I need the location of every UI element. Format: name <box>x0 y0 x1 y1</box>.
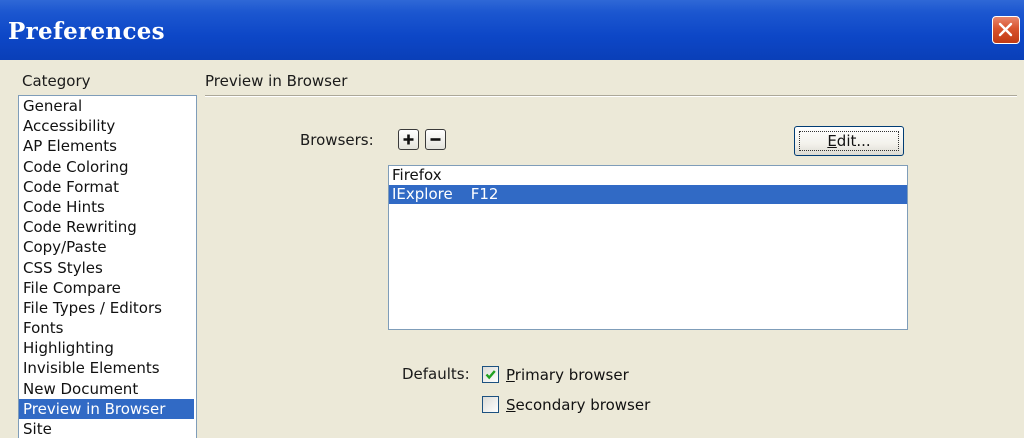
browsers-label: Browsers: <box>300 131 374 149</box>
defaults-label: Defaults: <box>402 365 470 383</box>
category-item[interactable]: Preview in Browser <box>19 398 194 419</box>
category-label: Category <box>22 72 91 90</box>
category-item[interactable]: File Compare <box>19 278 196 298</box>
close-button[interactable] <box>992 16 1020 44</box>
category-item[interactable]: Invisible Elements <box>19 358 196 378</box>
close-icon <box>998 22 1013 37</box>
edit-button[interactable]: Edit... <box>794 126 904 156</box>
category-list[interactable]: General Accessibility AP Elements Code Colo… <box>18 95 197 438</box>
category-item[interactable]: AP Elements <box>19 136 196 156</box>
add-browser-button[interactable] <box>398 129 419 150</box>
category-item[interactable]: Code Coloring <box>19 157 196 177</box>
category-item[interactable]: Copy/Paste <box>19 237 196 257</box>
category-item[interactable]: File Types / Editors <box>19 298 196 318</box>
category-item[interactable]: Fonts <box>19 318 196 338</box>
category-item[interactable]: CSS Styles <box>19 258 196 278</box>
category-item[interactable]: Code Format <box>19 177 196 197</box>
remove-browser-button[interactable] <box>425 129 446 150</box>
browser-list[interactable]: Firefox IExplore F12 <box>388 165 908 330</box>
window-title: Preferences <box>8 18 165 45</box>
category-item[interactable]: Code Hints <box>19 197 196 217</box>
category-item[interactable]: Site <box>19 419 196 438</box>
browser-list-item[interactable]: IExplore F12 <box>389 185 907 204</box>
preferences-dialog: Preferences Category General Accessibilit… <box>0 0 1024 438</box>
browser-shortcut-key: F12 <box>470 185 499 203</box>
category-item[interactable]: General <box>19 96 196 116</box>
browser-name: Firefox <box>392 166 442 184</box>
browser-name: IExplore <box>392 185 453 203</box>
title-bar[interactable]: Preferences <box>0 0 1024 60</box>
category-item[interactable]: Accessibility <box>19 116 196 136</box>
browser-list-item[interactable]: Firefox <box>389 166 907 185</box>
secondary-browser-checkbox[interactable] <box>482 396 499 413</box>
checkmark-icon <box>485 370 496 380</box>
section-divider <box>205 95 1017 97</box>
minus-icon <box>430 138 441 141</box>
section-title: Preview in Browser <box>205 72 348 90</box>
primary-browser-label[interactable]: Primary browser <box>506 366 629 384</box>
category-item[interactable]: New Document <box>19 379 196 399</box>
primary-browser-checkbox[interactable] <box>482 366 499 383</box>
category-item[interactable]: Code Rewriting <box>19 217 196 237</box>
category-item[interactable]: Highlighting <box>19 338 196 358</box>
edit-button-label: Edit... <box>827 132 871 150</box>
secondary-browser-label[interactable]: Secondary browser <box>506 396 650 414</box>
plus-icon <box>403 134 414 145</box>
